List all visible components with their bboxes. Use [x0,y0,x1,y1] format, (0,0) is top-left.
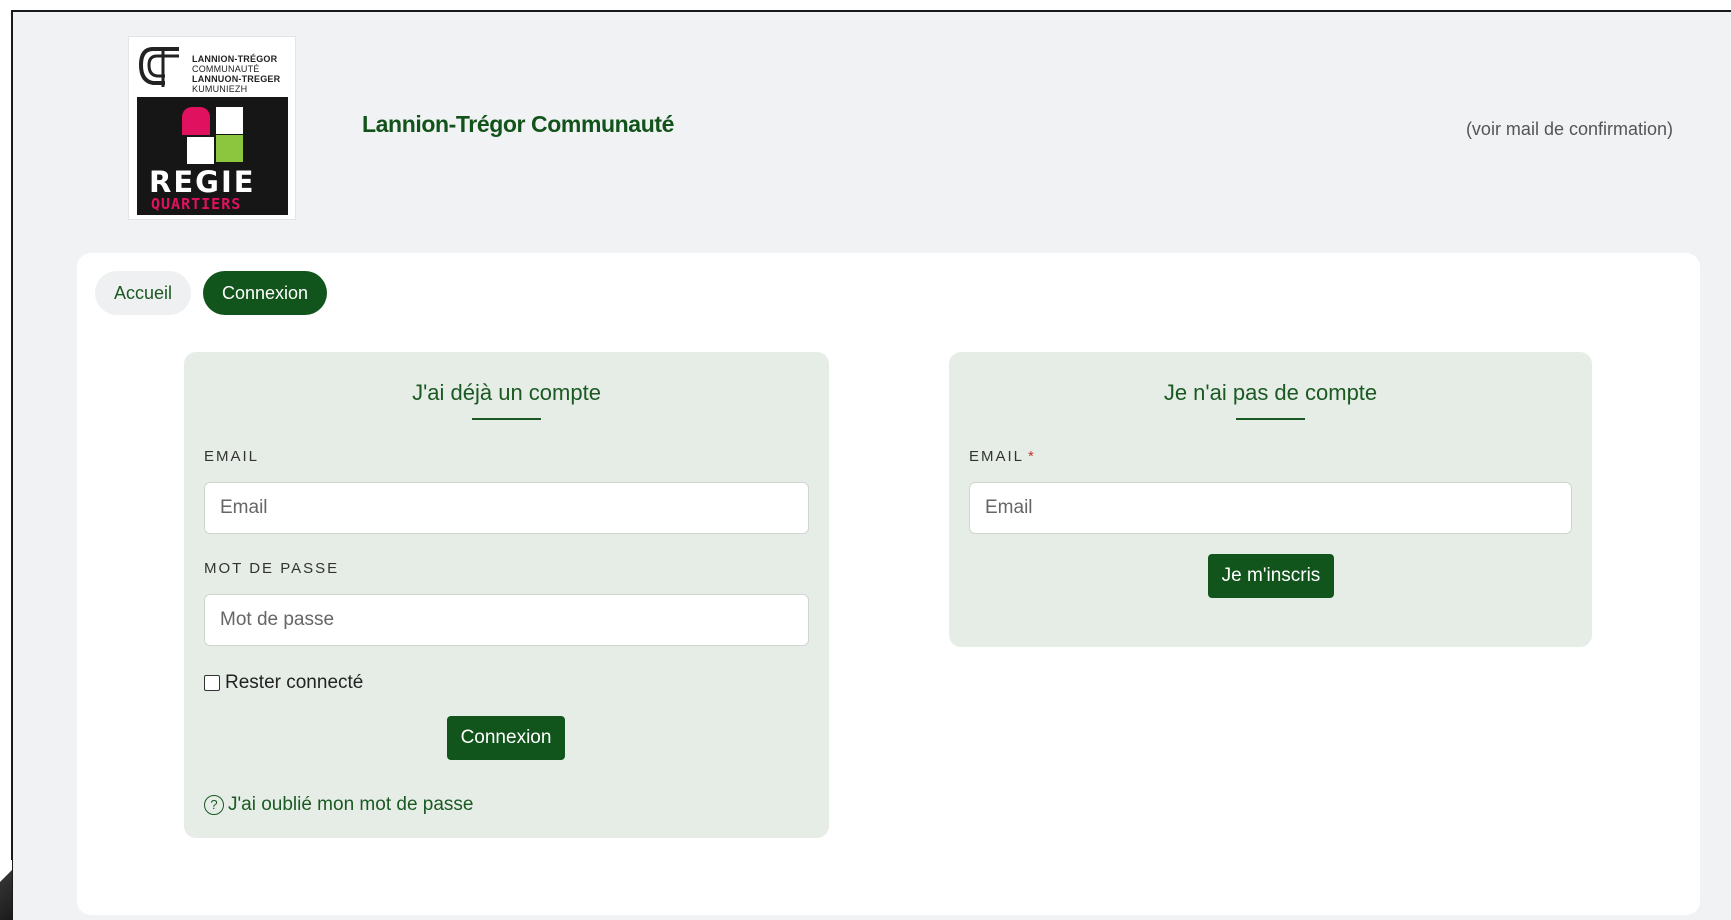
signup-email-label-text: EMAIL [969,448,1025,465]
page-frame: LANNION-TRÉGOR COMMUNAUTÉ LANNUON-TREGER… [11,10,1731,920]
site-title: Lannion-Trégor Communauté [362,111,675,137]
password-input[interactable]: Mot de passe [204,594,809,646]
forgot-password-link[interactable]: ? J'ai oublié mon mot de passe [204,794,474,816]
required-marker: * [1028,448,1036,465]
logo-line-2: COMMUNAUTÉ [192,64,260,74]
signup-panel-title: Je n'ai pas de compte [1163,380,1378,405]
logo-square-icon [216,135,243,162]
logo-quartiers-text: QUARTIERS [151,195,242,213]
login-panel-title: J'ai déjà un compte [412,380,601,405]
title-divider [1236,418,1305,420]
tab-home[interactable]: Accueil [95,271,191,315]
signup-email-label: EMAIL * [969,448,1036,465]
signup-email-input[interactable]: Email [969,482,1572,534]
logo-line-1: LANNION-TRÉGOR [192,54,278,64]
login-email-input[interactable]: Email [204,482,809,534]
remember-label: Rester connecté [225,672,364,693]
logo-square-icon [187,137,214,164]
login-panel: J'ai déjà un compte EMAIL Email MOT DE P… [184,352,829,838]
ltc-emblem-icon [138,47,179,87]
logo-regie-text: REGIE [149,165,256,199]
title-divider [472,418,541,420]
logo-line-3: LANNUON-TREGER [192,74,281,84]
logo-line-4: KUMUNIEZH [192,84,248,94]
logo-text: LANNION-TRÉGOR COMMUNAUTÉ LANNUON-TREGER… [192,54,280,94]
main-card: Accueil Connexion J'ai déjà un compte EM… [77,253,1700,915]
window-corner [0,860,12,920]
logo-square-icon [216,107,243,134]
remember-checkbox[interactable] [204,675,220,691]
confirmation-note: (voir mail de confirmation) [1465,119,1673,139]
password-label: MOT DE PASSE [204,560,340,577]
logo-dark-block: REGIE QUARTIERS [137,97,288,215]
login-button[interactable]: Connexion [447,716,565,760]
remember-me[interactable]: Rester connecté [204,672,363,694]
tab-login[interactable]: Connexion [203,271,327,315]
logo-house-icon [182,107,210,135]
forgot-password-label: J'ai oublié mon mot de passe [228,794,474,815]
signup-panel: Je n'ai pas de compte EMAIL * Email Je m'… [949,352,1592,647]
help-circle-icon: ? [204,795,224,815]
regie-quartiers-logo: LANNION-TRÉGOR COMMUNAUTÉ LANNUON-TREGER… [128,36,296,220]
email-label: EMAIL [204,448,260,465]
signup-button[interactable]: Je m'inscris [1208,554,1334,598]
